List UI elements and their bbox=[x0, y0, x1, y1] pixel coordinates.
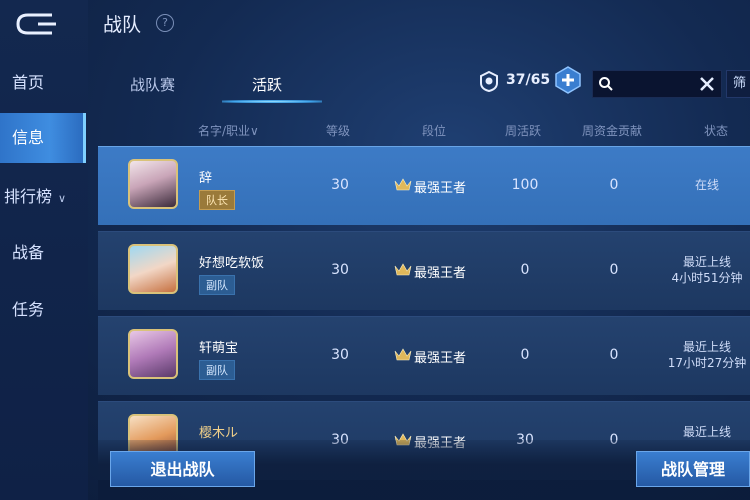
role-badge: 副队 bbox=[199, 275, 235, 295]
sidebar-item-label: 战备 bbox=[12, 243, 45, 262]
add-member-button[interactable] bbox=[554, 66, 582, 94]
king-rank-icon bbox=[394, 263, 412, 276]
table-row[interactable]: 轩萌宝 副队 30 最强王者 0 0 最近上线 17小时27分钟 bbox=[98, 316, 750, 395]
sidebar: 首页 信息 排行榜 ∨ 战备 任务 bbox=[0, 0, 88, 500]
close-icon[interactable] bbox=[698, 75, 716, 93]
sidebar-item-label: 信息 bbox=[12, 128, 45, 147]
avatar[interactable] bbox=[128, 329, 178, 379]
tab-label: 活跃 bbox=[252, 76, 283, 94]
level-value: 30 bbox=[331, 177, 349, 193]
avatar[interactable] bbox=[128, 244, 178, 294]
button-label: 战队管理 bbox=[660, 460, 725, 479]
rank-value: 最强王者 bbox=[414, 181, 467, 196]
status-text: 最近上线 bbox=[682, 425, 731, 439]
column-header-status: 状态 bbox=[704, 124, 729, 138]
status-duration: 17小时27分钟 bbox=[667, 356, 747, 370]
avatar[interactable] bbox=[128, 159, 178, 209]
column-header-weekly-active: 周活跃 bbox=[505, 124, 542, 138]
status-text: 最近上线 bbox=[682, 340, 731, 354]
sidebar-item-info[interactable]: 信息 bbox=[0, 113, 86, 163]
member-icon bbox=[480, 70, 498, 92]
member-name: 辞 bbox=[199, 171, 213, 186]
filter-button[interactable]: 筛 bbox=[726, 70, 750, 98]
status-text: 最近上线 bbox=[682, 255, 731, 269]
filter-label: 筛 bbox=[733, 76, 747, 91]
sidebar-item-leaderboard[interactable]: 排行榜 ∨ bbox=[0, 172, 86, 222]
page-title: 战队 bbox=[103, 14, 142, 36]
role-badge: 队长 bbox=[199, 190, 235, 210]
table-row[interactable]: 好想吃软饭 副队 30 最强王者 0 0 最近上线 4小时51分钟 bbox=[98, 231, 750, 310]
status-duration: 4小时51分钟 bbox=[671, 271, 743, 285]
table-row[interactable]: 辞 队长 30 最强王者 100 0 在线 bbox=[98, 146, 750, 225]
sidebar-item-label: 任务 bbox=[12, 300, 45, 319]
member-count: 37/65 bbox=[506, 72, 551, 88]
member-name: 好想吃软饭 bbox=[199, 256, 265, 271]
help-icon[interactable]: ? bbox=[156, 14, 174, 32]
weekly-funds-value: 0 bbox=[609, 262, 619, 278]
sidebar-item-label: 排行榜 bbox=[4, 187, 53, 206]
weekly-active-value: 100 bbox=[511, 177, 539, 193]
chevron-down-icon: ∨ bbox=[58, 192, 67, 205]
king-rank-icon bbox=[394, 178, 412, 191]
sidebar-item-tasks[interactable]: 任务 bbox=[0, 285, 86, 335]
rank-value: 最强王者 bbox=[414, 266, 467, 281]
sidebar-item-label: 首页 bbox=[12, 73, 45, 92]
sidebar-item-home[interactable]: 首页 bbox=[0, 58, 86, 108]
weekly-funds-value: 0 bbox=[609, 347, 619, 363]
tab-team-battle[interactable]: 战队赛 bbox=[130, 74, 175, 104]
weekly-active-value: 0 bbox=[520, 347, 530, 363]
status-text: 在线 bbox=[694, 178, 719, 192]
sidebar-item-prep[interactable]: 战备 bbox=[0, 228, 86, 278]
weekly-active-value: 0 bbox=[520, 262, 530, 278]
team-manage-button[interactable]: 战队管理 bbox=[636, 451, 750, 487]
level-value: 30 bbox=[331, 262, 349, 278]
role-badge: 副队 bbox=[199, 360, 235, 380]
tab-underline bbox=[222, 100, 322, 103]
button-label: 退出战队 bbox=[150, 460, 215, 479]
search-icon bbox=[599, 77, 613, 91]
column-header-weekly-funds: 周资金贡献 bbox=[582, 124, 643, 138]
back-arrow-icon[interactable] bbox=[12, 10, 58, 38]
column-header-level: 等级 bbox=[326, 124, 351, 138]
rank-value: 最强王者 bbox=[414, 351, 467, 366]
level-value: 30 bbox=[331, 347, 349, 363]
king-rank-icon bbox=[394, 348, 412, 361]
column-header-name[interactable]: 名字/职业∨ bbox=[198, 122, 259, 139]
quit-team-button[interactable]: 退出战队 bbox=[110, 451, 255, 487]
member-name: 轩萌宝 bbox=[199, 341, 239, 356]
member-name: 樱木ル bbox=[199, 426, 239, 441]
tab-label: 战队赛 bbox=[130, 76, 176, 94]
weekly-funds-value: 0 bbox=[609, 177, 619, 193]
column-header-rank: 段位 bbox=[422, 124, 447, 138]
